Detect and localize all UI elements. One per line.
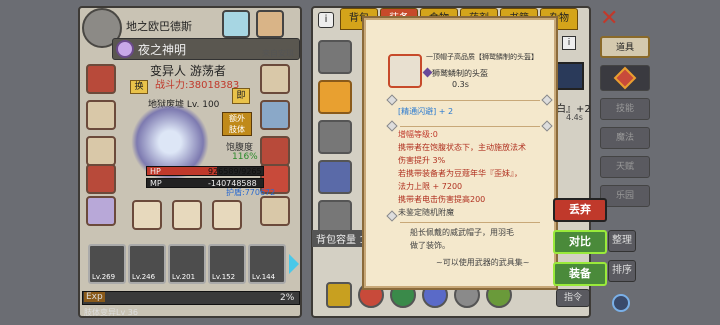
bag-item[interactable]	[318, 120, 352, 154]
effect-list: 增幅等级:0 携带者在饱腹状态下，主动施放法术 伤害提升 3% 若携带装备者为豆…	[398, 128, 552, 206]
side-tab-skills[interactable]: 技能	[600, 98, 650, 120]
item-description-2: 做了装饰。	[410, 241, 450, 250]
equip-slot-cape[interactable]	[260, 64, 290, 94]
exp-bar	[82, 291, 300, 305]
bag-item[interactable]	[318, 200, 352, 234]
hp-value: 926589/9265	[208, 167, 262, 176]
side-tab-paradise[interactable]: 乐园	[600, 185, 650, 207]
info-icon[interactable]: i	[318, 12, 334, 28]
character-name: 地之欧巴德斯	[126, 20, 192, 33]
equip-slot-armor[interactable]	[86, 136, 116, 166]
weapon-slot-2[interactable]	[172, 200, 202, 230]
equip-slot-head[interactable]	[86, 64, 116, 94]
effect-line: 若携带装备者为豆蔻年华『歪妹』，	[398, 169, 522, 178]
ji-button[interactable]: 即	[232, 88, 250, 104]
crystal-icon[interactable]	[222, 10, 250, 38]
divider	[400, 126, 540, 127]
search-icon[interactable]	[612, 294, 630, 312]
divider	[400, 100, 540, 101]
equip-slot-offhand[interactable]	[260, 100, 290, 130]
pet-next-arrow-icon[interactable]	[289, 254, 299, 274]
sort-button[interactable]: 排序	[608, 260, 636, 282]
effect-line: 携带者电击伤害提高200	[398, 195, 486, 204]
effect-line: 法力上限 + 7200	[398, 182, 463, 191]
category-icon[interactable]	[326, 282, 352, 308]
satiety-value: 116%	[232, 152, 258, 162]
pet-slot[interactable]: Lv.269	[88, 244, 126, 284]
extra-limb-button[interactable]: 额外 肢体	[222, 112, 252, 136]
title-badge-icon	[116, 40, 134, 58]
bag-column-left	[318, 40, 362, 234]
power-label: 战斗力:38018383	[155, 80, 240, 91]
command-button[interactable]: 指令	[556, 289, 590, 307]
organize-button[interactable]: 整理	[608, 230, 636, 252]
side-tab-gallery[interactable]	[600, 65, 650, 91]
item-subtitle: 一顶帽子高品质【狮鹫鳞制的头盔】	[426, 53, 538, 61]
equip-slot-boots[interactable]	[86, 196, 116, 226]
effect-line: 增幅等级:0	[398, 130, 438, 139]
info-icon-right[interactable]: i	[562, 36, 576, 50]
pet-slot[interactable]: Lv.152	[208, 244, 246, 284]
side-tab-magic[interactable]: 魔法	[600, 127, 650, 149]
pet-slot[interactable]: Lv.201	[168, 244, 206, 284]
item-description-1: 船长佩戴的威武帽子，用羽毛	[410, 228, 514, 237]
pet-slot[interactable]: Lv.246	[128, 244, 166, 284]
item-time: 0.3s	[452, 80, 469, 89]
bag-side-time: 4.4s	[566, 113, 583, 122]
mutation-level: 肢体变异Lv 36	[84, 308, 138, 317]
unidentified-enchant: 未鉴定随机附魔	[398, 208, 454, 217]
item-icon	[388, 54, 422, 88]
effect-line: 携带者在饱腹状态下，主动施放法术	[398, 143, 526, 152]
item-name: 狮鹫鳞制的头盔	[432, 69, 488, 78]
weapon-slot-3[interactable]	[212, 200, 242, 230]
exp-label: Exp	[84, 292, 105, 302]
side-tab-talent[interactable]: 天赋	[600, 156, 650, 178]
discard-button[interactable]: 丢弃	[553, 198, 607, 222]
bag-item[interactable]	[318, 40, 352, 74]
equip-slot-ring[interactable]	[260, 136, 290, 166]
side-tabs: 道具 技能 魔法 天赋 乐园	[594, 36, 652, 256]
equip-slot-accessory[interactable]	[260, 196, 290, 226]
hanger-icon[interactable]	[256, 10, 284, 38]
weapon-slot-1[interactable]	[132, 200, 162, 230]
bonus-stat: [精通闪避] + 2	[398, 107, 454, 116]
equip-slot-weapon[interactable]	[86, 100, 116, 130]
equip-button[interactable]: 装备	[553, 262, 607, 286]
compare-button[interactable]: 对比	[553, 230, 607, 254]
bag-item[interactable]	[318, 160, 352, 194]
pet-list: Lv.269 Lv.246 Lv.201 Lv.152 Lv.144	[82, 244, 286, 288]
pet-slot[interactable]: Lv.144	[248, 244, 286, 284]
side-tab-items[interactable]: 道具	[600, 36, 650, 58]
origin-text: 来自安琪	[262, 49, 294, 58]
exp-value: 2%	[280, 293, 295, 303]
effect-line: 伤害提升 3%	[398, 156, 446, 165]
character-title: 夜之神明	[138, 43, 187, 57]
exchange-button[interactable]: 换	[130, 80, 148, 94]
divider	[400, 222, 540, 223]
item-footer: ~可以使用武器的武具集~	[436, 258, 530, 267]
equip-slot-gloves[interactable]	[86, 164, 116, 194]
gem-icon	[613, 66, 637, 90]
close-icon[interactable]: ✕	[600, 6, 618, 31]
compare-slot[interactable]	[556, 62, 584, 90]
bag-item[interactable]	[318, 80, 352, 114]
